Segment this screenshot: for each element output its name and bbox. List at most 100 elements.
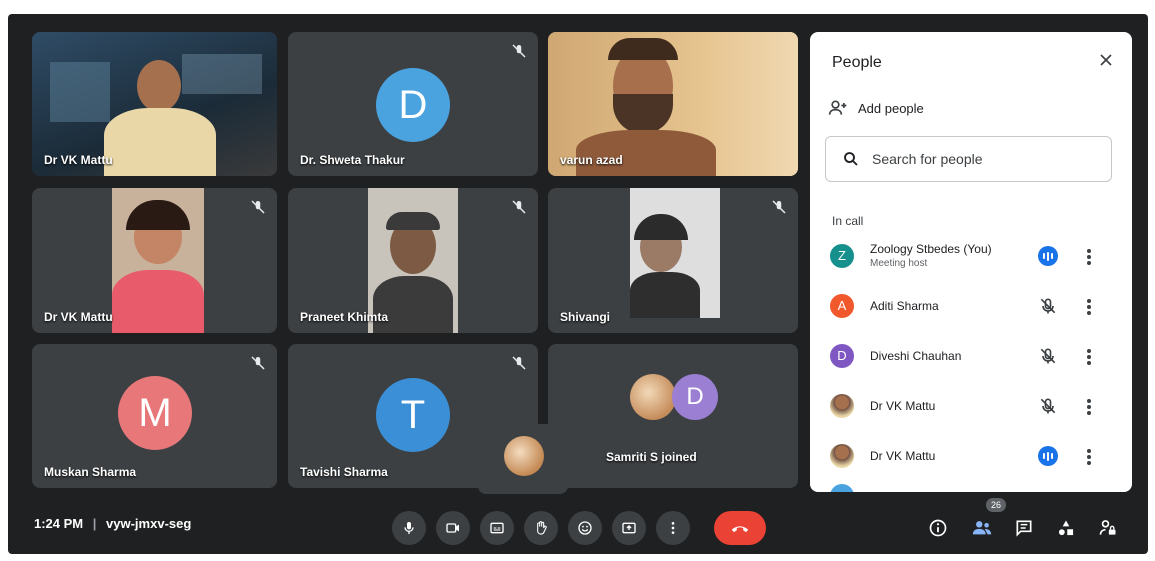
video-tile[interactable]: Shivangi — [548, 188, 798, 333]
participant-name: Diveshi Chauhan — [870, 349, 962, 363]
more-vert-icon — [671, 522, 675, 534]
participant-photo — [830, 394, 854, 418]
participant-avatar: D — [672, 374, 718, 420]
participant-name: Aditi Sharma — [870, 299, 939, 313]
more-options-button[interactable] — [656, 511, 690, 545]
search-people-field[interactable]: Search for people — [825, 136, 1112, 182]
search-placeholder: Search for people — [872, 151, 983, 167]
mic-off-icon[interactable] — [1038, 346, 1058, 366]
participant-avatar: A — [830, 294, 854, 318]
present-icon — [622, 522, 636, 534]
participant-name: Dr VK Mattu — [44, 153, 113, 167]
captions-icon — [490, 522, 504, 534]
end-call-icon — [731, 526, 749, 533]
info-icon — [929, 519, 947, 537]
more-options-icon[interactable] — [1085, 247, 1093, 267]
mic-off-icon[interactable] — [1038, 396, 1058, 416]
in-call-section-label: In call — [832, 214, 864, 228]
participant-role: Meeting host — [870, 258, 928, 269]
meet-window: Dr VK Mattu D Dr. Shweta Thakur varun az… — [8, 14, 1148, 554]
participant-photo — [830, 444, 854, 468]
present-screen-button[interactable] — [612, 511, 646, 545]
participant-name: Shivangi — [560, 310, 611, 324]
more-options-icon[interactable] — [1085, 347, 1093, 367]
mic-icon — [404, 522, 414, 534]
raise-hand-button[interactable] — [524, 511, 558, 545]
self-avatar — [504, 436, 544, 476]
leave-call-button[interactable] — [714, 511, 766, 545]
video-tile[interactable]: Praneet Khimta — [288, 188, 538, 333]
participant-video — [112, 188, 204, 333]
participant-name: Dr. Shweta Thakur — [300, 153, 405, 167]
people-button[interactable] — [968, 514, 996, 542]
reactions-button[interactable] — [568, 511, 602, 545]
meeting-code: vyw-jmxv-seg — [106, 516, 192, 531]
mic-off-icon — [512, 356, 526, 370]
video-tile[interactable]: Dr VK Mattu — [32, 188, 277, 333]
camera-icon — [446, 523, 459, 533]
captions-button[interactable] — [480, 511, 514, 545]
chat-button[interactable] — [1010, 514, 1038, 542]
join-tile[interactable]: D Samriti S joined — [548, 344, 798, 488]
participant-video — [630, 188, 720, 318]
emoji-icon — [578, 521, 592, 535]
panel-title: People — [832, 54, 882, 71]
mic-off-icon — [251, 200, 265, 214]
mic-off-icon[interactable] — [1038, 296, 1058, 316]
participant-count-badge: 26 — [986, 498, 1006, 512]
participant-name: Dr VK Mattu — [44, 310, 113, 324]
mic-off-icon — [512, 200, 526, 214]
participant-avatar: T — [376, 378, 450, 452]
people-panel: People Add people Search for people In c… — [810, 32, 1132, 492]
microphone-button[interactable] — [392, 511, 426, 545]
participant-row[interactable]: A Aditi Sharma — [810, 283, 1132, 331]
participant-name: Dr VK Mattu — [870, 399, 936, 413]
video-tile[interactable]: M Muskan Sharma — [32, 344, 277, 488]
meeting-info: 1:24 PM | vyw-jmxv-seg — [34, 516, 191, 531]
participant-row[interactable]: Z Zoology Stbedes (You) Meeting host — [810, 233, 1132, 281]
participant-name: Dr VK Mattu — [870, 449, 936, 463]
add-people-button[interactable]: Add people — [828, 96, 924, 120]
add-people-label: Add people — [858, 100, 924, 116]
participant-avatar: D — [830, 344, 854, 368]
meeting-details-button[interactable] — [924, 514, 952, 542]
participant-name: varun azad — [560, 153, 623, 167]
participant-photo — [630, 374, 676, 420]
more-options-icon[interactable] — [1085, 447, 1093, 467]
divider: | — [92, 516, 97, 531]
more-options-icon[interactable] — [1085, 397, 1093, 417]
participant-row[interactable]: D Diveshi Chauhan — [810, 333, 1132, 381]
add-person-icon — [828, 100, 847, 115]
camera-button[interactable] — [436, 511, 470, 545]
close-icon[interactable] — [1096, 50, 1116, 70]
video-tile[interactable]: D Dr. Shweta Thakur — [288, 32, 538, 176]
participant-name: Muskan Sharma — [44, 465, 137, 479]
participant-name: Tavishi Sharma — [300, 465, 388, 479]
participant-avatar: D — [376, 68, 450, 142]
clock-time: 1:24 PM — [34, 516, 84, 531]
join-notification: Samriti S joined — [606, 450, 697, 464]
mic-off-icon — [512, 44, 526, 58]
participant-row[interactable]: Dr VK Mattu — [810, 383, 1132, 431]
participant-avatar: M — [118, 376, 192, 450]
video-tile[interactable]: varun azad — [548, 32, 798, 176]
host-controls-button[interactable] — [1094, 514, 1122, 542]
people-icon — [972, 521, 992, 535]
speaking-indicator-icon — [1038, 446, 1058, 466]
participant-row[interactable]: Dr VK Mattu — [810, 433, 1132, 481]
search-icon — [844, 152, 858, 166]
speaking-indicator-icon — [1038, 246, 1058, 266]
more-options-icon[interactable] — [1085, 297, 1093, 317]
activities-button[interactable] — [1052, 514, 1080, 542]
hand-icon — [537, 521, 547, 535]
video-tile[interactable]: Dr VK Mattu — [32, 32, 277, 176]
self-view[interactable] — [478, 424, 568, 494]
lock-person-icon — [1099, 520, 1116, 535]
next-participant-row-partial — [830, 484, 854, 492]
participant-avatar: Z — [830, 244, 854, 268]
activities-icon — [1058, 520, 1074, 536]
participant-name: Zoology Stbedes (You) — [870, 242, 992, 256]
mic-off-icon — [772, 200, 786, 214]
participant-name: Praneet Khimta — [300, 310, 389, 324]
mic-off-icon — [251, 356, 265, 370]
